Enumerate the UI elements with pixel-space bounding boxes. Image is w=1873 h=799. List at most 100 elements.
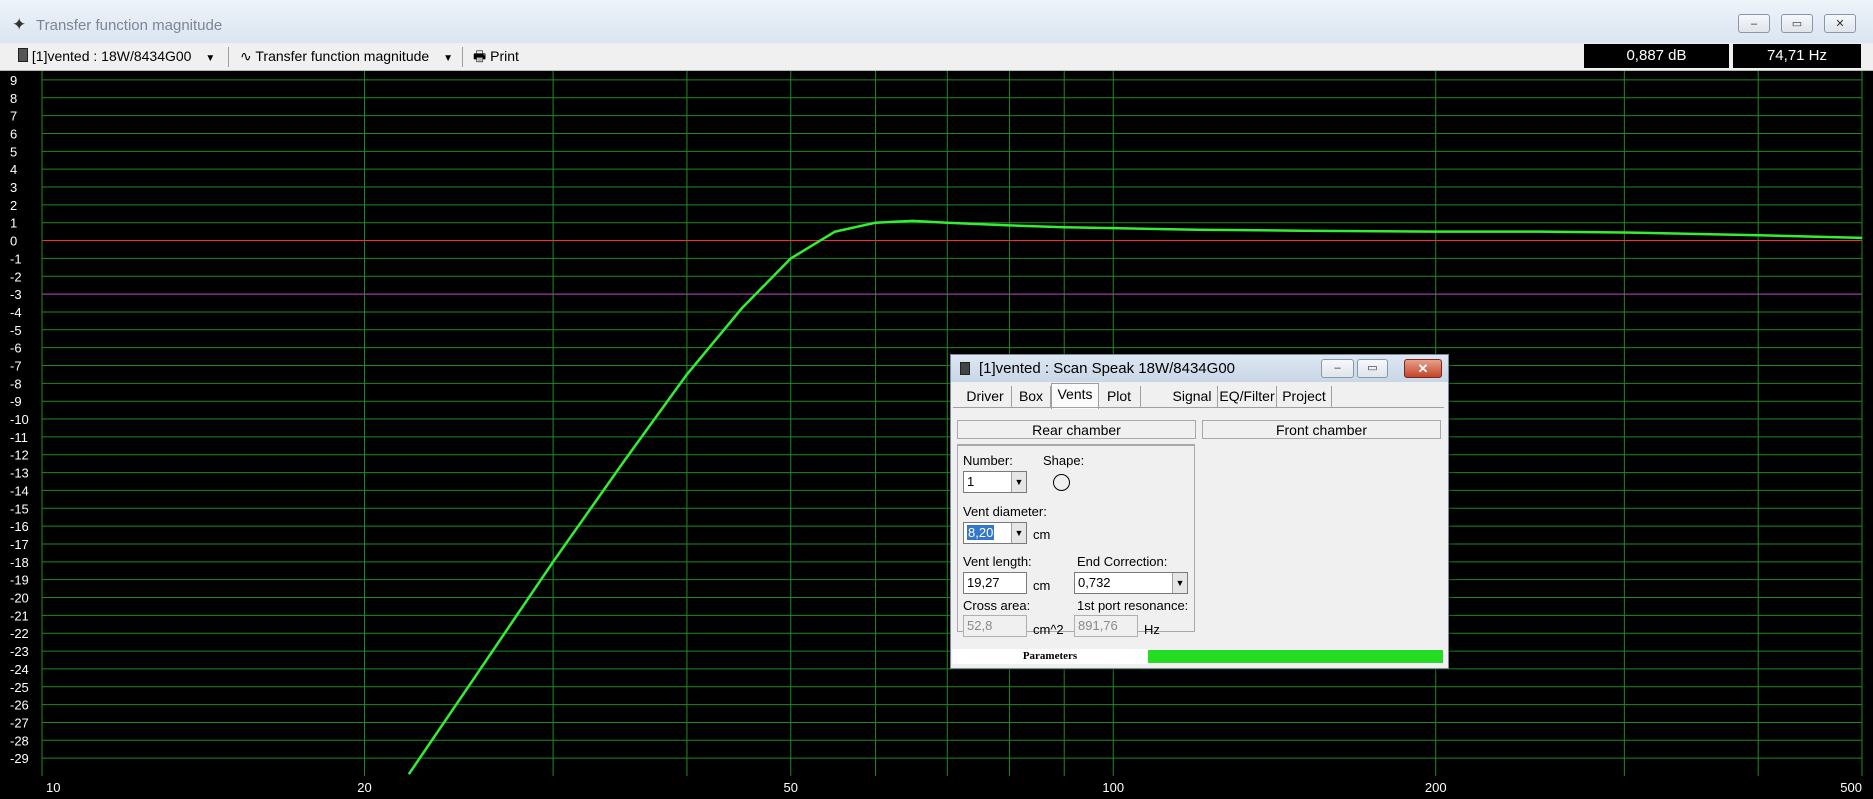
vents-dialog: [1]vented : Scan Speak 18W/8434G00 – ▭ ✕…	[950, 354, 1449, 669]
end-correction-select[interactable]: 0,732 ▼	[1074, 572, 1188, 594]
x-tick-label: 500	[1840, 780, 1862, 795]
tab-plot[interactable]: Plot	[1098, 386, 1141, 407]
port-resonance-label: 1st port resonance:	[1077, 598, 1189, 613]
y-tick-label: -13	[10, 466, 29, 481]
number-label: Number:	[963, 453, 1013, 468]
vent-diameter-input[interactable]: 8,20 ▼	[963, 522, 1027, 544]
main-title-bar: ✦ Transfer function magnitude – ▭ ✕	[0, 0, 1873, 44]
plot-canvas: 9876543210-1-2-3-4-5-6-7-8-9-10-11-12-13…	[10, 71, 1863, 795]
vent-diameter-label: Vent diameter:	[963, 504, 1047, 519]
number-select[interactable]: 1 ▼	[963, 471, 1027, 493]
chevron-down-icon[interactable]: ▼	[1172, 573, 1187, 593]
chevron-down-icon[interactable]: ▼	[1011, 472, 1026, 492]
y-tick-label: -9	[10, 394, 22, 409]
parameters-progress-bar	[1148, 650, 1443, 663]
dialog-minimize-button[interactable]: –	[1321, 359, 1354, 378]
y-tick-label: -6	[10, 341, 22, 356]
toolbar-separator	[228, 47, 229, 67]
dialog-maximize-button[interactable]: ▭	[1357, 359, 1388, 378]
app-icon: ✦	[12, 15, 27, 34]
toolbar-separator	[462, 47, 463, 67]
y-tick-label: -2	[10, 269, 22, 284]
print-label: Print	[490, 48, 519, 64]
x-tick-label: 50	[784, 780, 798, 795]
tab-strip-border	[953, 407, 1444, 408]
db-readout: 0,887 dB	[1584, 44, 1729, 68]
dialog-title-bar[interactable]: [1]vented : Scan Speak 18W/8434G00 – ▭ ✕	[951, 355, 1448, 382]
y-tick-label: -24	[10, 662, 29, 677]
parameters-label: Parameters	[1022, 650, 1078, 662]
dialog-title: [1]vented : Scan Speak 18W/8434G00	[979, 360, 1236, 377]
tab-vents[interactable]: Vents	[1051, 383, 1099, 409]
cross-area-unit: cm^2	[1033, 622, 1064, 637]
y-tick-label: -5	[10, 323, 22, 338]
tab-box[interactable]: Box	[1012, 386, 1051, 407]
tab-signal[interactable]: Signal	[1167, 386, 1218, 407]
y-tick-label: 5	[10, 144, 17, 159]
transfer-function-plot[interactable]: 9 8 7 6 5 4 3 2 1 0 -1 -2 -3 -4 -5 -6 -7 -8 -9 -10 -11 -12 -13…	[0, 71, 1873, 799]
printer-icon: 🖶	[473, 48, 487, 64]
y-tick-label: -16	[10, 519, 29, 534]
end-correction-value: 0,732	[1078, 575, 1111, 590]
project-dropdown[interactable]: [1]vented : 18W/8434G00 ▼	[18, 46, 215, 67]
y-tick-label: -11	[10, 430, 28, 445]
dialog-status-bar: Parameters	[952, 649, 1445, 664]
y-tick-label: -4	[10, 305, 22, 320]
y-tick-label: 7	[10, 109, 17, 124]
cross-area-field: 52,8	[963, 615, 1027, 637]
shape-label: Shape:	[1043, 453, 1085, 468]
y-tick-label: 8	[10, 91, 17, 106]
y-tick-label: -27	[10, 715, 29, 730]
tab-driver[interactable]: Driver	[959, 386, 1012, 407]
y-tick-label: -1	[10, 251, 22, 266]
graph-type-dropdown[interactable]: ∿ Transfer function magnitude ▼	[240, 46, 453, 67]
vent-diameter-unit: cm	[1033, 527, 1051, 542]
vent-diameter-value: 8,20	[967, 525, 995, 540]
hz-readout: 74,71 Hz	[1733, 44, 1861, 68]
y-tick-label: -21	[10, 608, 29, 623]
end-correction-label: End Correction:	[1077, 554, 1168, 569]
y-tick-label: -19	[10, 573, 29, 588]
y-tick-label: 2	[10, 198, 17, 213]
y-tick-label: -18	[10, 555, 29, 570]
vent-length-input[interactable]: 19,27	[963, 572, 1027, 594]
port-resonance-field: 891,76	[1074, 615, 1138, 637]
toolbar: [1]vented : 18W/8434G00 ▼ ∿ Transfer fun…	[0, 43, 1873, 71]
y-tick-label: -12	[10, 448, 29, 463]
y-tick-label: -3	[10, 287, 22, 302]
tab-project[interactable]: Project	[1277, 386, 1332, 407]
dialog-close-button[interactable]: ✕	[1404, 359, 1442, 378]
y-tick-label: -28	[10, 733, 29, 748]
x-tick-label: 200	[1425, 780, 1447, 795]
circle-shape-icon[interactable]	[1053, 474, 1070, 491]
document-icon	[18, 48, 28, 62]
waveform-icon: ∿	[240, 48, 252, 64]
y-tick-label: 0	[10, 234, 17, 249]
minimize-button[interactable]: –	[1738, 14, 1770, 33]
cross-area-label: Cross area:	[963, 598, 1031, 613]
maximize-button[interactable]: ▭	[1781, 14, 1813, 33]
y-tick-label: -17	[10, 537, 29, 552]
print-button[interactable]: 🖶 Print	[473, 46, 519, 67]
chevron-down-icon[interactable]: ▼	[1011, 523, 1026, 543]
y-tick-label: 3	[10, 180, 17, 195]
y-tick-label: -23	[10, 644, 29, 659]
y-tick-label: -26	[10, 698, 29, 713]
port-resonance-unit: Hz	[1144, 622, 1160, 637]
chevron-down-icon: ▼	[443, 53, 453, 64]
y-tick-label: -14	[10, 483, 29, 498]
y-tick-label: 6	[10, 126, 17, 141]
x-tick-label: 10	[46, 780, 60, 795]
graph-type-label: Transfer function magnitude	[255, 48, 430, 64]
y-tick-label: -7	[10, 358, 22, 373]
x-tick-label: 100	[1102, 780, 1124, 795]
vent-length-label: Vent length:	[963, 554, 1032, 569]
front-chamber-button[interactable]: Front chamber	[1202, 420, 1441, 439]
y-tick-label: -29	[10, 751, 29, 766]
y-tick-label: -25	[10, 680, 29, 695]
number-value: 1	[967, 474, 975, 489]
rear-chamber-button[interactable]: Rear chamber	[957, 420, 1196, 439]
close-button[interactable]: ✕	[1824, 14, 1856, 33]
chevron-down-icon: ▼	[205, 53, 216, 64]
tab-eq-filter[interactable]: EQ/Filter	[1218, 386, 1277, 407]
